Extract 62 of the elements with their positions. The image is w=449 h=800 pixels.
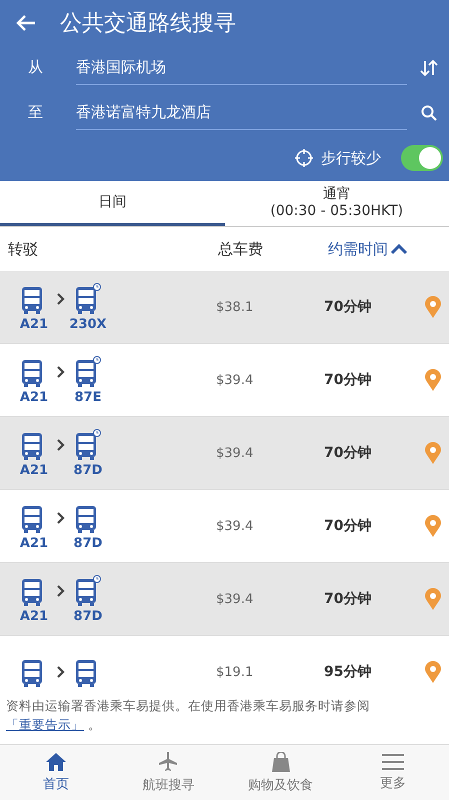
route-number: 230X [69,316,107,332]
chevron-icon [56,364,66,378]
from-label: 从 [28,58,44,77]
to-label: 至 [28,103,44,122]
map-pin-icon[interactable] [425,296,441,318]
notice-link[interactable]: 「重要告示」 [6,717,84,732]
fare: $39.4 [216,592,254,606]
column-header[interactable]: 约需时间 [328,240,408,258]
chevron-icon [56,292,66,306]
airplane-icon [158,752,178,772]
route-row[interactable]: A21 230X $38.1 70分钟 [0,271,449,344]
bus-clock-icon [74,282,102,314]
fare: $38.1 [216,300,254,314]
fare: $39.4 [216,372,254,388]
destination-field[interactable]: 香港诺富特九龙酒店 [76,96,407,130]
nav-tab[interactable]: 购物及饮食 [224,745,337,800]
nav-tab[interactable]: 更多 [336,745,449,800]
route-number: A21 [20,316,48,332]
map-pin-icon[interactable] [425,661,441,683]
route-row[interactable]: A21 87D $39.4 70分钟 [0,417,449,490]
walk-less-toggle[interactable] [401,145,443,171]
map-pin-icon[interactable] [425,588,441,610]
duration: 70分钟 [324,371,372,389]
origin-field[interactable]: 香港国际机场 [76,50,407,84]
walk-less-label: 步行较少 [321,148,381,168]
route-number: A21 [20,390,48,404]
fare: $39.4 [216,518,254,534]
duration: 70分钟 [324,298,372,316]
route-row[interactable]: A21 87D $39.4 70分钟 [0,563,449,636]
map-pin-icon[interactable] [425,369,441,391]
map-pin-icon[interactable] [425,442,441,464]
bus-clock-icon [74,574,102,606]
route-number: 87D [74,608,102,624]
shopping-bag-icon [272,752,290,772]
duration: 70分钟 [324,590,372,608]
duration: 95分钟 [324,663,372,681]
crosshair-icon [295,149,313,167]
map-pin-icon[interactable] [425,515,441,537]
bus-clock-icon [74,428,102,460]
fare: $39.4 [216,446,254,460]
duration: 70分钟 [324,517,372,535]
nav-tab[interactable]: 航班搜寻 [112,745,224,800]
chevron-icon [56,665,66,679]
chevron-icon [56,584,66,598]
route-number: A21 [20,608,48,624]
duration: 70分钟 [324,444,372,462]
nav-tab[interactable]: 首页 [0,745,112,800]
bus-clock-icon [74,356,102,388]
column-header[interactable]: 转驳 [8,240,218,258]
page-title: 公共交通路线搜寻 [60,10,236,38]
chevron-icon [56,510,66,524]
column-header[interactable]: 总车费 [218,240,328,258]
route-number: A21 [20,536,48,550]
chevron-icon [56,438,66,452]
home-icon [46,752,66,770]
data-source-note: 资料由运输署香港乘车易提供。在使用香港乘车易服务时请参阅 「重要告示」 。 [5,697,371,734]
route-number: A21 [20,462,48,478]
fare: $19.1 [216,664,254,680]
menu-icon [382,754,404,770]
route-number: 87D [74,536,102,550]
route-number: 87E [74,390,102,404]
route-number: 87D [74,462,102,478]
